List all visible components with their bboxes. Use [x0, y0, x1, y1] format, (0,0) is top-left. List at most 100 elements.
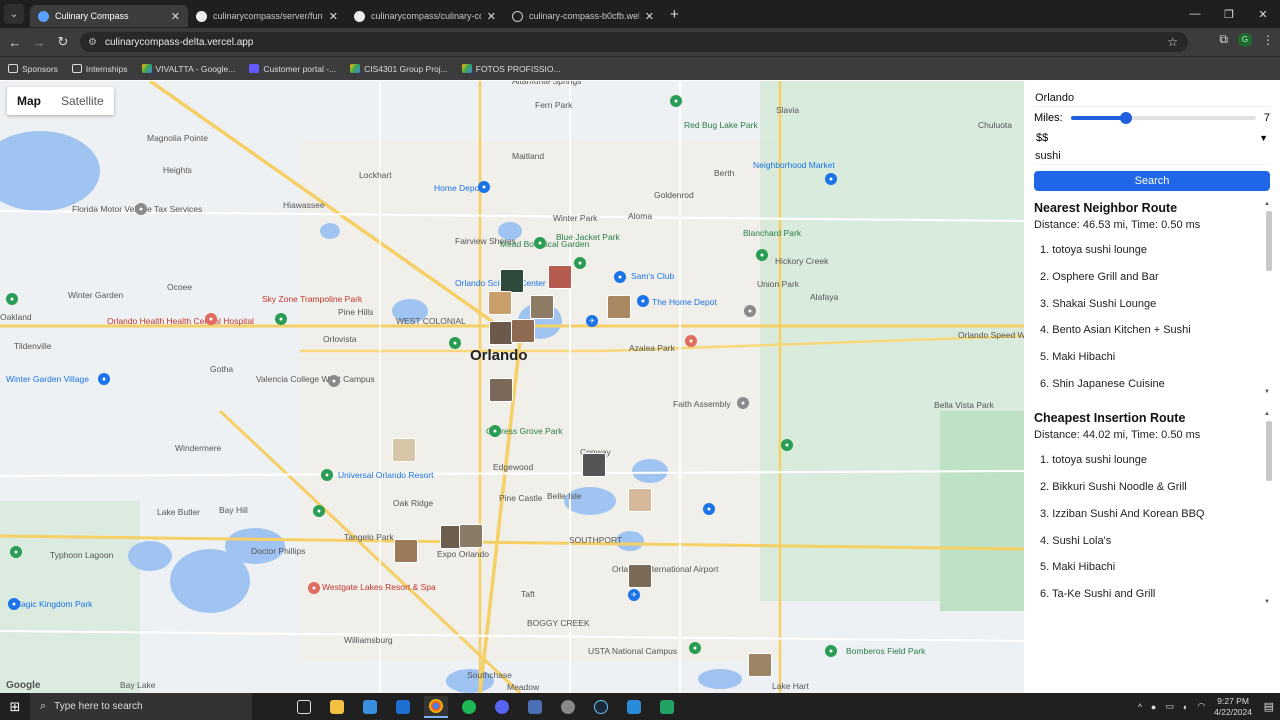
bookmark-internships[interactable]: Internships — [71, 64, 128, 74]
app-icon[interactable] — [523, 696, 547, 718]
task-view-icon[interactable] — [292, 696, 316, 718]
airport-pin-icon[interactable]: ✈ — [628, 589, 640, 601]
search-button[interactable]: Search — [1034, 171, 1270, 191]
restaurant-marker[interactable] — [459, 524, 483, 548]
spotify-icon[interactable] — [457, 696, 481, 718]
close-icon[interactable]: ✕ — [645, 10, 654, 23]
forward-icon[interactable]: → — [27, 35, 51, 50]
miles-slider[interactable] — [1070, 112, 1256, 124]
chrome-icon[interactable] — [424, 695, 448, 718]
shop-pin-icon[interactable]: ● — [637, 295, 649, 307]
park-pin-icon[interactable]: ● — [756, 249, 768, 261]
bookmark-sponsors[interactable]: Sponsors — [8, 64, 58, 74]
back-icon[interactable]: ← — [3, 35, 27, 50]
restaurant-marker[interactable] — [511, 319, 535, 343]
restaurant-marker[interactable] — [628, 564, 652, 588]
tab-github-culinary[interactable]: culinarycompass/culinary-com ✕ — [346, 5, 504, 27]
bookmark-fotos[interactable]: FOTOS PROFISSIO... — [461, 64, 561, 74]
route-scrollbar[interactable]: ▲ ▼ — [1264, 411, 1272, 605]
shop-pin-icon[interactable]: ● — [98, 373, 110, 385]
park-pin-icon[interactable]: ● — [825, 645, 837, 657]
scroll-thumb[interactable] — [1266, 211, 1272, 271]
display-icon[interactable]: ▭ — [1165, 701, 1174, 712]
restaurant-marker[interactable] — [392, 438, 416, 462]
park-pin-icon[interactable]: ● — [689, 642, 701, 654]
route-scrollbar[interactable]: ▲ ▼ — [1264, 201, 1272, 395]
close-window-icon[interactable]: ✕ — [1246, 8, 1280, 21]
restaurant-marker[interactable] — [489, 378, 513, 402]
vscode-icon[interactable] — [622, 696, 646, 718]
map-view-button[interactable]: Map — [7, 87, 51, 115]
restaurant-marker[interactable] — [628, 488, 652, 512]
restaurant-marker[interactable] — [748, 653, 772, 677]
close-icon[interactable]: ✕ — [329, 10, 338, 23]
hospital-pin-icon[interactable]: ● — [685, 335, 697, 347]
satellite-view-button[interactable]: Satellite — [51, 87, 114, 115]
close-icon[interactable]: ✕ — [487, 10, 496, 23]
place-pin-icon[interactable]: ● — [737, 397, 749, 409]
shop-pin-icon[interactable]: ● — [478, 181, 490, 193]
restaurant-marker[interactable] — [394, 539, 418, 563]
tab-github-functions[interactable]: culinarycompass/server/functi ✕ — [188, 5, 346, 27]
extensions-icon[interactable]: ⧉ — [1219, 32, 1228, 47]
scroll-down-icon[interactable]: ▼ — [1264, 599, 1270, 605]
park-pin-icon[interactable]: ● — [670, 95, 682, 107]
notification-icon[interactable]: ▤ — [1264, 700, 1274, 713]
shop-pin-icon[interactable]: ● — [8, 598, 20, 610]
park-pin-icon[interactable]: ● — [275, 313, 287, 325]
park-pin-icon[interactable]: ● — [574, 257, 586, 269]
site-info-icon[interactable]: ⚙ — [88, 37, 97, 48]
tab-web-app[interactable]: culinary-compass-b0cfb.web.a ✕ — [504, 5, 662, 27]
bookmark-star-icon[interactable]: ☆ — [1167, 35, 1178, 49]
windows-start-icon[interactable]: ⊞ — [0, 699, 30, 715]
profile-avatar[interactable]: G — [1238, 32, 1252, 47]
restaurant-marker[interactable] — [548, 265, 572, 289]
scroll-up-icon[interactable]: ▲ — [1264, 201, 1270, 207]
place-pin-icon[interactable]: ● — [328, 375, 340, 387]
scroll-thumb[interactable] — [1266, 421, 1272, 482]
app-icon[interactable] — [556, 696, 580, 718]
slider-handle[interactable] — [1120, 112, 1133, 124]
minimize-icon[interactable]: — — [1178, 8, 1212, 20]
restaurant-marker[interactable] — [489, 321, 513, 345]
restore-icon[interactable]: ❐ — [1212, 8, 1246, 21]
network-icon[interactable]: ◐ — [1183, 702, 1188, 712]
airport-pin-icon[interactable]: ✈ — [586, 315, 598, 327]
park-pin-icon[interactable]: ● — [489, 425, 501, 437]
bookmark-cis4301[interactable]: CIS4301 Group Proj... — [350, 64, 448, 74]
park-pin-icon[interactable]: ● — [781, 439, 793, 451]
menu-icon[interactable]: ⋮ — [1262, 33, 1274, 47]
park-pin-icon[interactable]: ● — [321, 469, 333, 481]
new-tab-button[interactable]: + — [670, 6, 679, 23]
shop-pin-icon[interactable]: ● — [825, 173, 837, 185]
tab-culinary-compass[interactable]: Culinary Compass ✕ — [30, 5, 188, 27]
hospital-pin-icon[interactable]: ● — [205, 313, 217, 325]
restaurant-marker[interactable] — [488, 291, 512, 315]
bookmark-customer-portal[interactable]: Customer portal -... — [249, 64, 336, 74]
steam-icon[interactable] — [589, 696, 613, 718]
restaurant-marker[interactable] — [500, 269, 524, 293]
file-explorer-icon[interactable] — [325, 696, 349, 718]
park-pin-icon[interactable]: ● — [534, 237, 546, 249]
scroll-down-icon[interactable]: ▼ — [1264, 389, 1270, 395]
price-select[interactable]: $$ ▼ — [1034, 129, 1270, 147]
park-pin-icon[interactable]: ● — [449, 337, 461, 349]
chevron-up-icon[interactable]: ^ — [1138, 702, 1142, 712]
map-canvas[interactable]: Map Satellite Altamonte Springs Fern Park… — [0, 81, 1024, 693]
bookmark-vivaltta[interactable]: VIVALTTA - Google... — [141, 64, 235, 74]
shop-pin-icon[interactable]: ● — [614, 271, 626, 283]
taskbar-search[interactable]: ⌕ Type here to search — [30, 693, 252, 720]
taskbar-clock[interactable]: 9:27 PM 4/22/2024 — [1214, 696, 1252, 718]
cuisine-input[interactable]: sushi — [1034, 147, 1270, 165]
hotel-pin-icon[interactable]: ● — [308, 582, 320, 594]
store-icon[interactable] — [358, 696, 382, 718]
reload-icon[interactable]: ↻ — [51, 34, 75, 50]
tab-search-button[interactable]: ⌄ — [4, 4, 24, 24]
place-pin-icon[interactable]: ● — [744, 305, 756, 317]
address-bar[interactable]: ⚙ culinarycompass-delta.vercel.app ☆ — [80, 32, 1188, 52]
discord-icon[interactable] — [490, 696, 514, 718]
shop-pin-icon[interactable]: ● — [703, 503, 715, 515]
location-input[interactable]: Orlando — [1034, 89, 1270, 107]
restaurant-marker[interactable] — [582, 453, 606, 477]
microphone-icon[interactable]: ● — [1151, 702, 1156, 712]
